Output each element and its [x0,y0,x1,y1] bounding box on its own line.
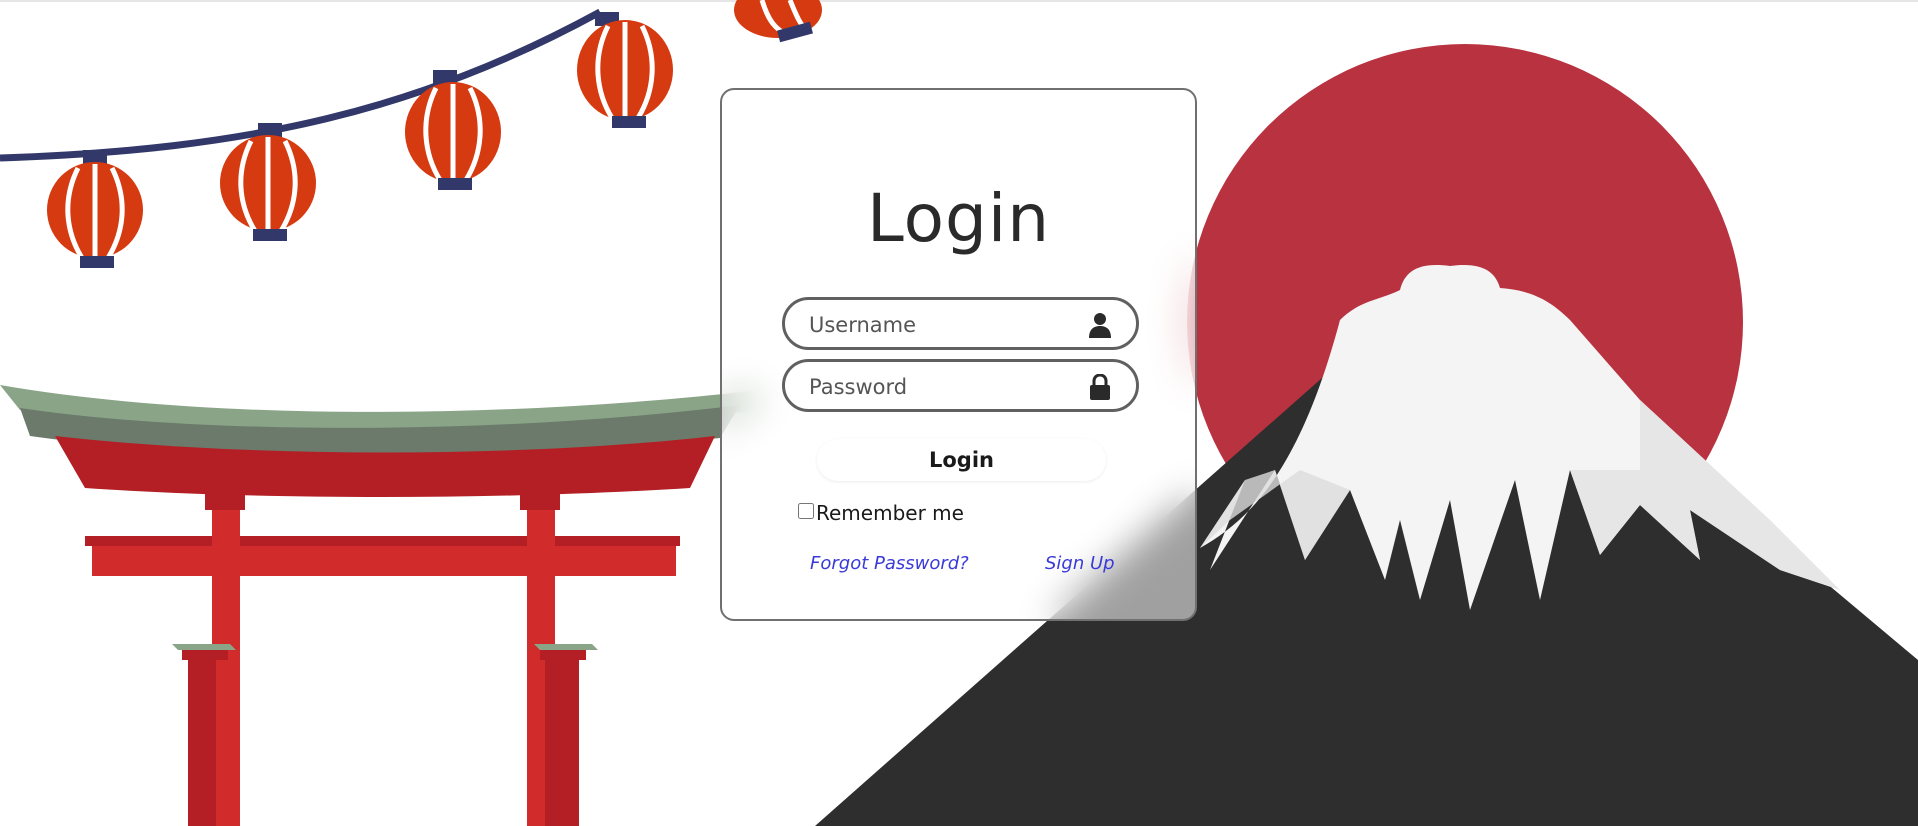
user-icon [1089,313,1111,338]
sign-up-link[interactable]: Sign Up [1045,553,1115,574]
login-page: Login Login Remember me Forgot Password?… [0,0,1918,826]
lantern-string [0,8,602,162]
lantern-2 [220,123,316,241]
login-title: Login [866,180,1051,257]
remember-me-label: Remember me [816,501,964,525]
username-field[interactable] [782,297,1139,350]
password-field[interactable] [782,359,1139,412]
lantern-5 [734,0,822,43]
username-input[interactable] [807,300,1081,349]
login-button[interactable]: Login [817,439,1106,481]
remember-me[interactable]: Remember me [798,501,964,525]
lantern-4 [577,12,673,128]
forgot-password-link[interactable]: Forgot Password? [810,553,969,574]
lantern-1 [47,150,143,268]
password-input[interactable] [807,362,1081,411]
login-card: Login Login Remember me Forgot Password?… [720,88,1197,621]
lock-icon [1090,374,1110,400]
remember-me-checkbox[interactable] [798,503,814,519]
torii-gate [0,385,760,826]
